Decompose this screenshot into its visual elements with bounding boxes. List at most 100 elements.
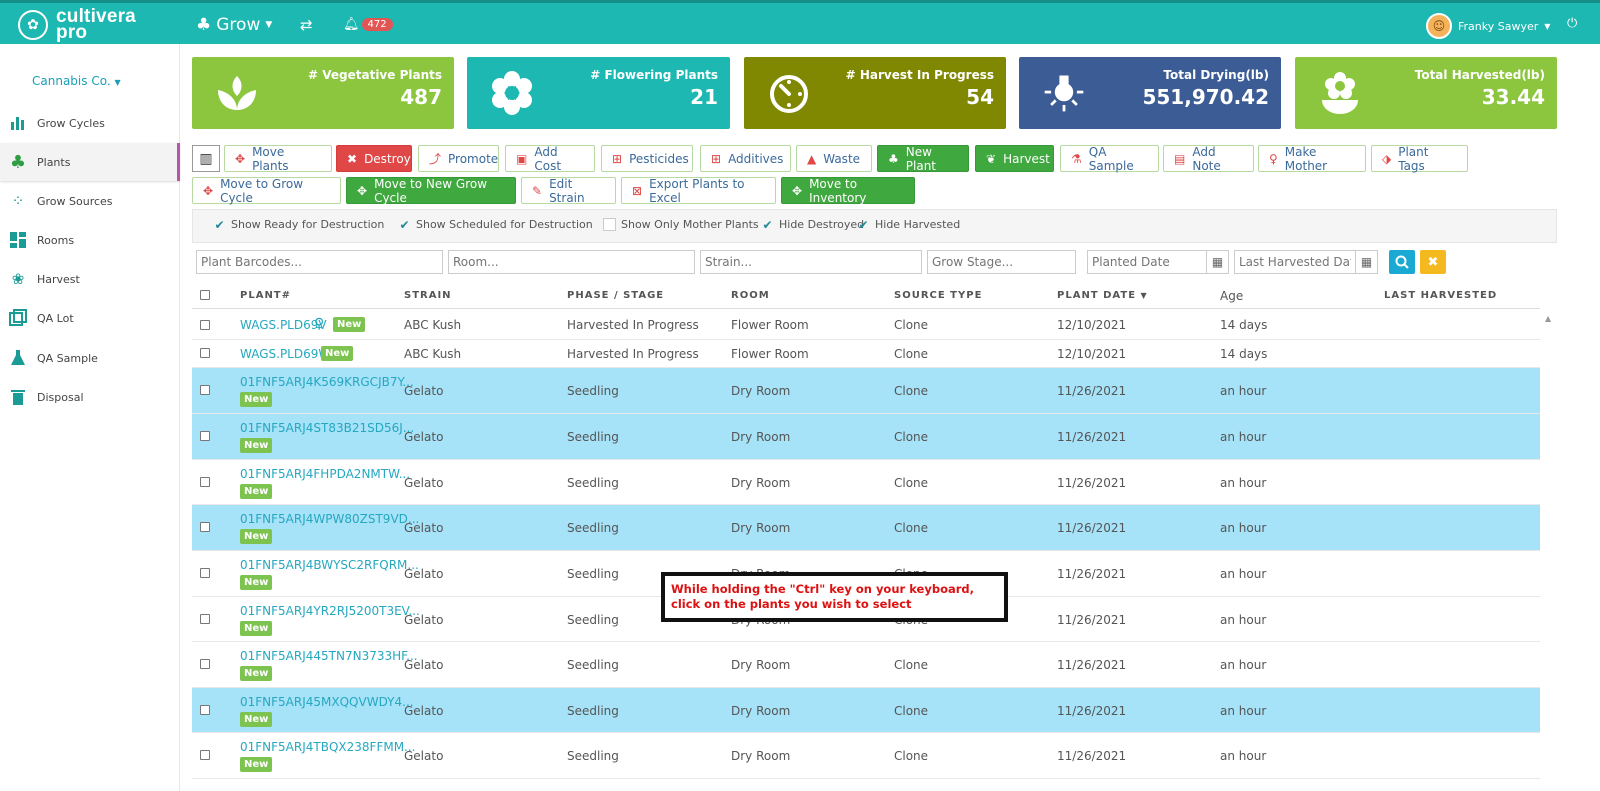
waste-button[interactable]: ▲ Waste — [796, 145, 872, 172]
module-dropdown[interactable]: ♣ Grow ▼ — [196, 15, 272, 35]
row-checkbox[interactable] — [200, 659, 210, 669]
show-scheduled-for-destruction-checkbox[interactable]: ✔ Show Scheduled for Destruction — [398, 218, 592, 232]
brand-suffix: pro — [56, 22, 88, 43]
row-checkbox[interactable] — [200, 319, 210, 330]
row-checkbox[interactable] — [200, 348, 210, 358]
column-header-age[interactable]: Age — [1220, 289, 1243, 303]
row-checkbox[interactable] — [200, 613, 210, 624]
barcode-scan-button[interactable]: ▥ — [192, 145, 220, 172]
plant-id-link[interactable]: 01FNF5ARJ4WPW80ZST9VD... — [240, 512, 419, 526]
harvest-button[interactable]: ❦ Harvest — [975, 145, 1054, 172]
cell-age: an hour — [1220, 704, 1267, 718]
table-row[interactable] — [192, 311, 1540, 340]
sidebar-item-disposal[interactable]: Disposal — [0, 378, 180, 416]
move-plants-button[interactable]: ✥ Move Plants — [224, 145, 332, 173]
strain-input[interactable] — [700, 250, 922, 274]
pesticides-button[interactable]: ⊞ Pesticides — [601, 145, 693, 172]
cell-plant-date: 12/10/2021 — [1057, 318, 1127, 332]
qa-sample-button[interactable]: ⚗ QA Sample — [1060, 145, 1159, 173]
column-header-last-harvested[interactable]: LAST HARVESTED — [1384, 290, 1497, 301]
hide-harvested-checkbox[interactable]: ✔ Hide Harvested — [857, 218, 960, 232]
additives-button[interactable]: ⊞ Additives — [700, 145, 791, 172]
make-mother-button[interactable]: ♀ Make Mother — [1258, 145, 1366, 173]
grow-stage-input[interactable] — [927, 250, 1076, 274]
plant-id-link[interactable]: 01FNF5ARJ445TN7N3733HF... — [240, 649, 418, 663]
sidebar-item-qa-sample[interactable]: QA Sample — [0, 339, 180, 377]
scroll-up-arrow-icon[interactable]: ▲ — [1545, 314, 1551, 323]
sidebar-item-qa-lot[interactable]: QA Lot — [0, 299, 180, 337]
table-row[interactable] — [192, 340, 1540, 368]
plant-id-link[interactable]: 01FNF5ARJ4YR2RJ5200T3EV... — [240, 604, 420, 618]
show-only-mother-plants-checkbox[interactable]: Show Only Mother Plants — [603, 218, 759, 231]
clear-filters-button[interactable]: ✖ — [1420, 250, 1446, 274]
plant-id-link[interactable]: 01FNF5ARJ4TBQX238FFMM... — [240, 740, 416, 754]
plant-id-link[interactable]: 01FNF5ARJ4ST83B21SD56J... — [240, 421, 414, 435]
row-checkbox[interactable] — [200, 476, 210, 487]
row-checkbox[interactable] — [200, 385, 210, 395]
power-icon[interactable]: ⏻ — [1567, 16, 1577, 31]
kpi-value: 33.44 — [1481, 85, 1545, 109]
notifications-button[interactable]: 🔔︎ 472 — [343, 17, 393, 32]
plant-id-link[interactable]: 01FNF5ARJ45MXQQVWDY4... — [240, 695, 414, 709]
kpi-harvest-in-progress[interactable]: # Harvest In Progress 54 — [744, 57, 1006, 129]
top-navbar: ✿ cultivera pro ♣ Grow ▼ ⇄ 🔔︎ 472 ☺ Fran… — [0, 0, 1600, 44]
swap-icon[interactable]: ⇄ — [300, 16, 313, 34]
destroy-button[interactable]: ✖ Destroy — [336, 145, 412, 172]
column-header-plant[interactable]: PLANT# — [240, 290, 291, 301]
last-harvested-date-input[interactable] — [1234, 250, 1356, 274]
plant-id-link[interactable]: 01FNF5ARJ4K569KRGCJB7Y... — [240, 375, 414, 389]
row-checkbox[interactable] — [200, 522, 210, 532]
cell-room: Dry Room — [731, 430, 791, 444]
planted-date-input[interactable] — [1087, 250, 1207, 274]
column-header-plant-date[interactable]: PLANT DATE ▼ — [1057, 290, 1148, 301]
select-all-checkbox[interactable] — [200, 290, 210, 300]
level-up-icon: ⤴ — [429, 152, 442, 166]
kpi-vegetative-plants[interactable]: # Vegetative Plants 487 — [192, 57, 454, 129]
brand-logo[interactable]: ✿ cultivera pro — [18, 7, 136, 43]
sidebar-item-rooms[interactable]: Rooms — [0, 221, 180, 259]
move-to-grow-cycle-button[interactable]: ✥ Move to Grow Cycle — [192, 177, 341, 205]
sidebar-item-grow-sources[interactable]: ⁘ Grow Sources — [0, 182, 180, 220]
cell-strain: ABC Kush — [404, 347, 462, 361]
add-cost-button[interactable]: ▣ Add Cost — [505, 145, 595, 173]
kpi-total-drying[interactable]: Total Drying(lb) 551,970.42 — [1019, 57, 1281, 129]
new-plant-button[interactable]: ♣ New Plant — [877, 145, 969, 173]
user-menu[interactable]: ☺ Franky Sawyer ▼ — [1426, 13, 1550, 39]
edit-strain-button[interactable]: ✎ Edit Strain — [521, 177, 616, 205]
sidebar-item-grow-cycles[interactable]: Grow Cycles — [0, 104, 180, 142]
hide-destroyed-checkbox[interactable]: ✔ Hide Destroyed — [761, 218, 864, 232]
column-header-phase-stage[interactable]: PHASE / STAGE — [567, 290, 664, 301]
column-header-strain[interactable]: STRAIN — [404, 290, 452, 301]
room-input[interactable] — [448, 250, 695, 274]
row-checkbox[interactable] — [200, 750, 210, 760]
column-header-source-type[interactable]: SOURCE TYPE — [894, 290, 982, 301]
company-selector[interactable]: Cannabis Co. ▼ — [32, 74, 121, 88]
sidebar-item-label: QA Sample — [37, 351, 98, 365]
cell-age: an hour — [1220, 749, 1267, 763]
calendar-icon[interactable]: ▦ — [1207, 250, 1229, 274]
plant-barcodes-input[interactable] — [196, 250, 443, 274]
cell-phase-stage: Seedling — [567, 658, 619, 672]
export-plants-button[interactable]: ⊠ Export Plants to Excel — [621, 177, 776, 205]
move-to-new-grow-cycle-button[interactable]: ✥ Move to New Grow Cycle — [346, 177, 516, 205]
plant-id-link[interactable]: 01FNF5ARJ4BWYSC2RFQRM... — [240, 558, 419, 572]
column-header-room[interactable]: ROOM — [731, 290, 770, 301]
new-badge: New — [240, 392, 273, 407]
plant-tags-button[interactable]: ⬗ Plant Tags — [1371, 145, 1468, 173]
calendar-icon[interactable]: ▦ — [1356, 250, 1378, 274]
plant-id-link[interactable]: WAGS.PLD69W — [240, 347, 330, 361]
row-checkbox[interactable] — [200, 431, 210, 441]
kpi-total-harvested[interactable]: Total Harvested(lb) 33.44 — [1295, 57, 1557, 129]
add-note-button[interactable]: ▤ Add Note — [1163, 145, 1254, 173]
move-to-inventory-button[interactable]: ✥ Move to Inventory — [781, 177, 915, 205]
plant-id-link[interactable]: 01FNF5ARJ4FHPDA2NMTW... — [240, 467, 410, 481]
search-button[interactable] — [1389, 250, 1415, 274]
sidebar-item-plants[interactable]: ♣ Plants — [0, 143, 180, 181]
sidebar-item-harvest[interactable]: ❀ Harvest — [0, 260, 180, 298]
row-checkbox[interactable] — [200, 568, 210, 578]
female-icon: ♀ — [1269, 151, 1278, 166]
show-ready-for-destruction-checkbox[interactable]: ✔ Show Ready for Destruction — [213, 218, 384, 232]
row-checkbox[interactable] — [200, 704, 210, 715]
kpi-flowering-plants[interactable]: # Flowering Plants 21 — [467, 57, 730, 129]
promote-button[interactable]: ⤴ Promote — [418, 145, 499, 172]
